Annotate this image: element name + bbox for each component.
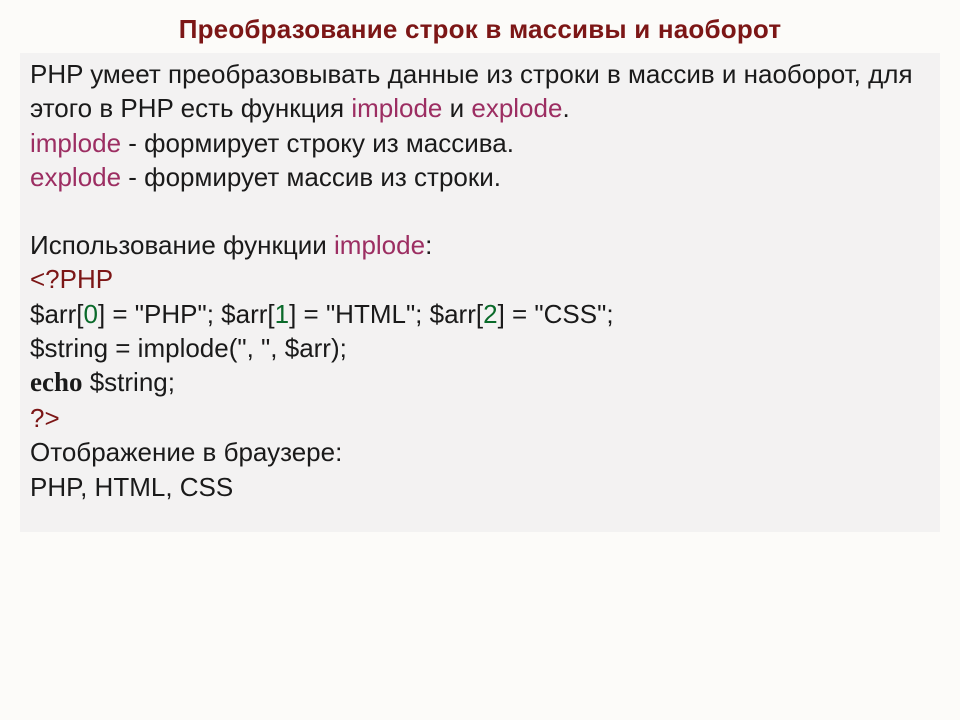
keyword-implode: implode (351, 93, 442, 123)
php-close: ?> (30, 403, 60, 433)
code-close-tag: ?> (30, 401, 930, 435)
text: ] = "HTML"; $arr[ (289, 299, 483, 329)
code-open-tag: <?PHP (30, 262, 930, 296)
index-2: 2 (483, 299, 497, 329)
index-1: 1 (275, 299, 289, 329)
code-line-echo: echo $string; (30, 365, 930, 401)
usage-heading: Использование функции implode: (30, 228, 930, 262)
definition-implode: implode - формирует строку из массива. (30, 126, 930, 160)
keyword-implode: implode (334, 230, 425, 260)
index-0: 0 (83, 299, 97, 329)
text: $string = implode(", ", $arr); (30, 333, 347, 363)
slide-body: PHP умеет преобразовывать данные из стро… (20, 53, 940, 532)
blank-line (30, 194, 930, 228)
keyword-implode: implode (30, 128, 121, 158)
text: - формирует массив из строки. (121, 162, 501, 192)
text: PHP, HTML, CSS (30, 472, 233, 502)
php-open: <?PHP (30, 264, 113, 294)
text: : (425, 230, 432, 260)
slide: Преобразование строк в массивы и наоборо… (0, 0, 960, 720)
text: $arr[ (30, 299, 83, 329)
output-label: Отображение в браузере: (30, 435, 930, 469)
code-line-2: $string = implode(", ", $arr); (30, 331, 930, 365)
text: . (562, 93, 569, 123)
text: ] = "CSS"; (498, 299, 614, 329)
code-line-1: $arr[0] = "PHP"; $arr[1] = "HTML"; $arr[… (30, 297, 930, 331)
text: ] = "PHP"; $arr[ (98, 299, 275, 329)
text: - формирует строку из массива. (121, 128, 514, 158)
keyword-explode: explode (30, 162, 121, 192)
definition-explode: explode - формирует массив из строки. (30, 160, 930, 194)
text: и (442, 93, 471, 123)
output-result: PHP, HTML, CSS (30, 470, 930, 504)
keyword-explode: explode (471, 93, 562, 123)
echo-keyword: echo (30, 367, 82, 397)
text: Использование функции (30, 230, 334, 260)
text: Отображение в браузере: (30, 437, 342, 467)
text: $string; (82, 367, 175, 397)
paragraph-intro: PHP умеет преобразовывать данные из стро… (30, 57, 930, 126)
slide-title: Преобразование строк в массивы и наоборо… (20, 14, 940, 45)
